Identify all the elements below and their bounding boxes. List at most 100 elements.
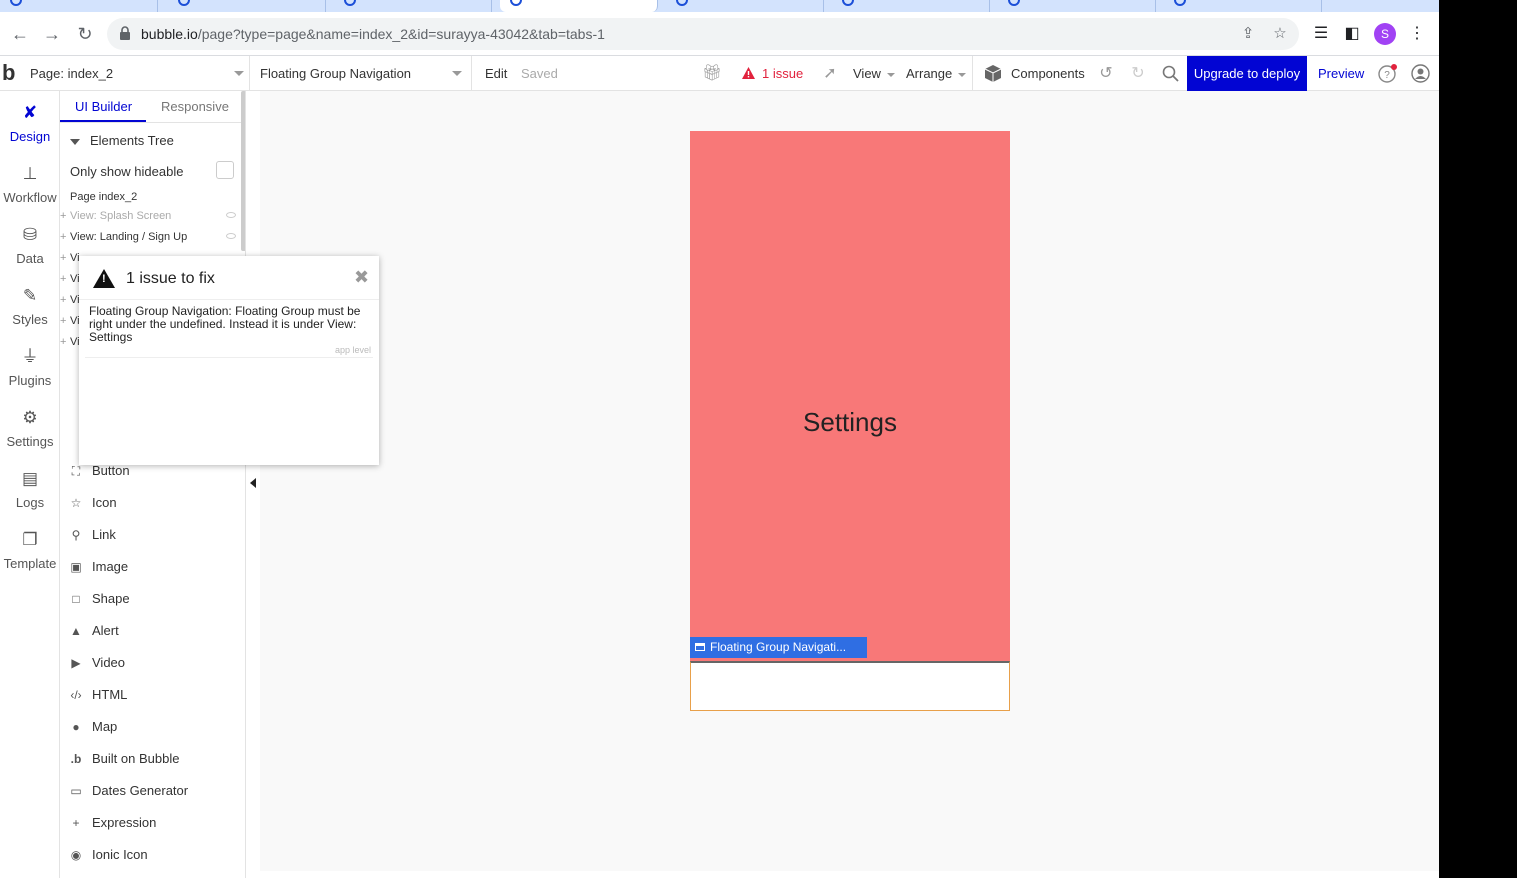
share-icon[interactable]: ⇪: [1239, 25, 1257, 43]
help-icon[interactable]: ?: [1378, 64, 1398, 84]
element-button[interactable]: ⛶ Button: [68, 463, 130, 483]
arrange-menu-label: Arrange: [906, 66, 953, 81]
element-image[interactable]: ▣ Image: [68, 559, 128, 579]
left-navigation: ✘ Design ⊥ Workflow ⛁ Data ✎ Styles ⏚ Pl…: [0, 91, 60, 878]
browser-tab[interactable]: [1164, 0, 1322, 12]
floating-group-navigation[interactable]: [690, 661, 1010, 711]
address-bar[interactable]: bubble.io/page?type=page&name=index_2&id…: [107, 18, 1299, 50]
view-menu[interactable]: View: [853, 66, 895, 81]
eye-icon[interactable]: [226, 212, 236, 218]
pointer-icon[interactable]: ➚: [820, 64, 840, 84]
tab-responsive[interactable]: Responsive: [161, 99, 229, 114]
page-frame[interactable]: Settings Floating Group Navigati...: [690, 131, 1010, 711]
nav-data[interactable]: ⛁ Data: [0, 213, 60, 274]
tree-row[interactable]: + View: Landing / Sign Up: [60, 231, 240, 243]
settings-title[interactable]: Settings: [690, 407, 1010, 438]
element-html[interactable]: ‹/› HTML: [68, 687, 127, 707]
element-select[interactable]: Floating Group Navigation: [250, 56, 472, 91]
url-text: bubble.io/page?type=page&name=index_2&id…: [141, 26, 605, 42]
tree-row[interactable]: + Vi: [60, 273, 80, 285]
nav-styles[interactable]: ✎ Styles: [0, 274, 60, 335]
search-icon[interactable]: [1162, 65, 1179, 82]
button-icon: ⛶: [71, 464, 81, 478]
editor-canvas[interactable]: Settings Floating Group Navigati...: [260, 91, 1439, 871]
issue-message[interactable]: Floating Group Navigation: Floating Grou…: [89, 305, 375, 344]
element-alert[interactable]: ▲ Alert: [68, 623, 119, 643]
element-dates-generator[interactable]: ▭ Dates Generator: [68, 783, 188, 803]
element-expression[interactable]: + Expression: [68, 815, 156, 835]
favicon-icon: [842, 0, 854, 6]
element-link[interactable]: ⚲ Link: [68, 527, 116, 547]
browser-tab-active[interactable]: [500, 0, 658, 12]
element-built-on-bubble[interactable]: .b Built on Bubble: [68, 751, 180, 771]
plus-icon: +: [72, 816, 80, 830]
tree-row[interactable]: + Vi: [60, 252, 80, 264]
close-icon[interactable]: ✖: [354, 267, 369, 288]
undo-icon[interactable]: ↺: [1096, 64, 1116, 84]
element-shape[interactable]: □ Shape: [68, 591, 130, 611]
account-icon[interactable]: [1411, 64, 1430, 83]
only-show-hideable-checkbox[interactable]: [216, 161, 234, 179]
tree-row[interactable]: + Vi: [60, 315, 80, 327]
tree-row[interactable]: + Vi: [60, 336, 80, 348]
shape-icon: □: [72, 592, 80, 606]
nav-workflow[interactable]: ⊥ Workflow: [0, 152, 60, 213]
warning-icon[interactable]: [742, 67, 755, 79]
element-label: Video: [92, 655, 126, 670]
bubble-logo-icon[interactable]: b: [2, 60, 15, 86]
settings-view[interactable]: Settings: [690, 131, 1010, 661]
browser-menu-icon[interactable]: ⋮: [1407, 24, 1427, 44]
element-ionic-icon[interactable]: ◉ Ionic Icon: [68, 847, 148, 867]
forward-arrow-icon[interactable]: →: [40, 22, 64, 46]
eye-icon[interactable]: [226, 233, 236, 239]
element-label: Shape: [92, 591, 130, 606]
redo-icon[interactable]: ↻: [1128, 64, 1148, 84]
profile-avatar[interactable]: S: [1374, 23, 1396, 45]
reload-icon[interactable]: ↻: [73, 22, 97, 46]
browser-tab[interactable]: [168, 0, 326, 12]
side-panel-icon[interactable]: ◧: [1342, 24, 1362, 44]
media-queue-icon[interactable]: ☰: [1311, 24, 1331, 44]
nav-logs[interactable]: ▤ Logs: [0, 457, 60, 518]
template-icon: ❐: [22, 530, 38, 549]
gift-icon[interactable]: 🎁︎: [702, 64, 722, 84]
browser-tab-strip: [0, 0, 1439, 12]
panel-scrollbar[interactable]: [241, 91, 245, 251]
element-map[interactable]: ● Map: [68, 719, 117, 739]
components-button[interactable]: Components: [1011, 66, 1085, 81]
issue-popup: 1 issue to fix ✖ Floating Group Navigati…: [79, 256, 379, 465]
edit-menu[interactable]: Edit: [485, 66, 507, 81]
element-icon[interactable]: ☆ Icon: [68, 495, 117, 515]
bookmark-star-icon[interactable]: ☆: [1271, 25, 1289, 43]
upgrade-to-deploy-button[interactable]: Upgrade to deploy: [1187, 56, 1307, 91]
browser-tab[interactable]: [0, 0, 158, 12]
browser-tab[interactable]: [832, 0, 990, 12]
element-video[interactable]: ▶ Video: [68, 655, 125, 675]
expand-plus-icon: +: [60, 252, 67, 264]
element-label: Built on Bubble: [92, 751, 180, 766]
floating-group-tag[interactable]: Floating Group Navigati...: [690, 637, 867, 658]
browser-tab[interactable]: [998, 0, 1156, 12]
tab-ui-builder[interactable]: UI Builder: [75, 99, 132, 114]
browser-tab[interactable]: [334, 0, 492, 12]
elements-tree-header[interactable]: Elements Tree: [70, 133, 174, 148]
issues-counter[interactable]: 1 issue: [762, 66, 803, 81]
ionic-icon: ◉: [70, 848, 82, 862]
components-cube-icon[interactable]: [984, 64, 1002, 83]
page-select[interactable]: Page: index_2: [22, 56, 250, 91]
arrange-menu[interactable]: Arrange: [906, 66, 967, 81]
nav-design[interactable]: ✘ Design: [0, 91, 60, 152]
nav-plugins[interactable]: ⏚ Plugins: [0, 335, 60, 396]
link-icon: ⚲: [71, 528, 81, 542]
design-icon: ✘: [22, 103, 38, 122]
back-arrow-icon[interactable]: ←: [8, 22, 32, 46]
preview-button[interactable]: Preview: [1318, 66, 1364, 81]
nav-template[interactable]: ❐ Template: [0, 518, 60, 579]
collapse-panel-arrow-icon[interactable]: [250, 478, 256, 488]
tree-row[interactable]: + View: Splash Screen: [60, 210, 240, 222]
url-host: bubble.io: [141, 26, 198, 42]
tree-page-row[interactable]: Page index_2: [70, 191, 137, 203]
browser-tab[interactable]: [666, 0, 824, 12]
tree-row[interactable]: + Vi: [60, 294, 80, 306]
nav-settings[interactable]: ⚙ Settings: [0, 396, 60, 457]
